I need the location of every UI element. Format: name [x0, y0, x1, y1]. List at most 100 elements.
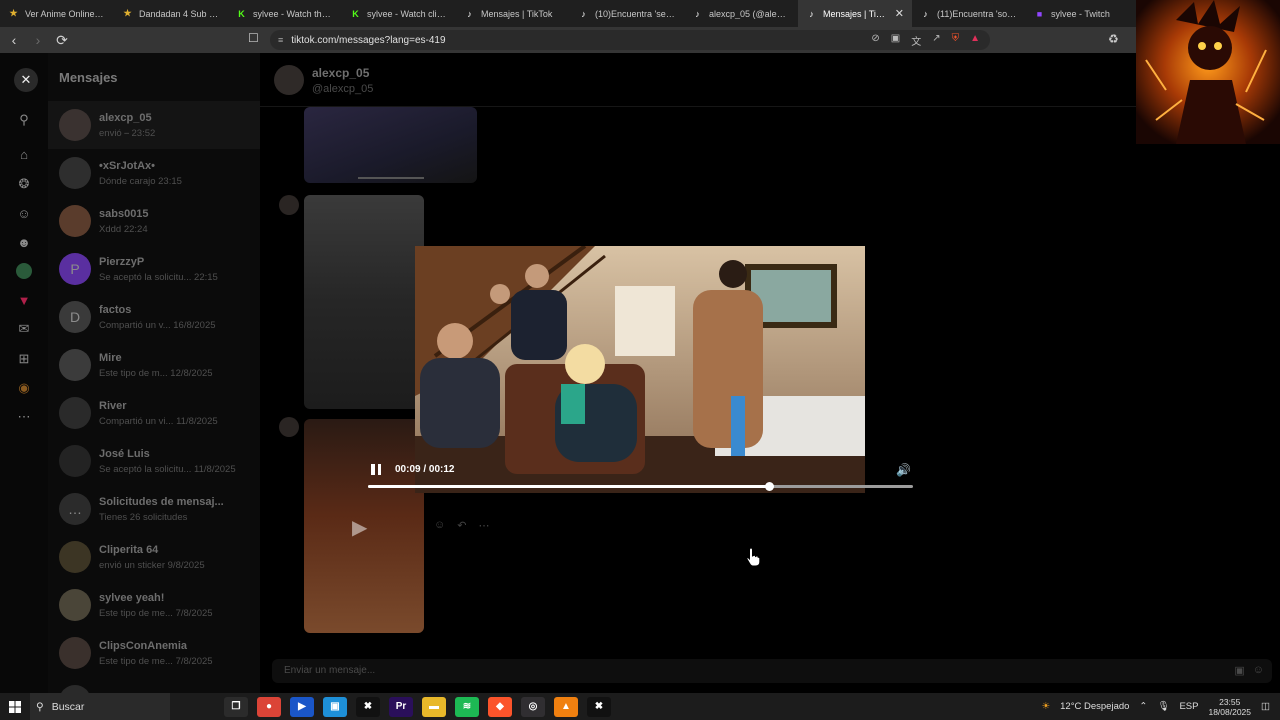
weather-text[interactable]: 12°C Despejado: [1060, 701, 1129, 712]
back-icon[interactable]: ‹: [4, 30, 24, 50]
following-icon[interactable]: ☺: [14, 203, 34, 223]
reply-icon[interactable]: ↶: [457, 519, 466, 532]
avatar: [59, 637, 91, 669]
webcam-image: [1136, 0, 1280, 144]
avatar: [59, 541, 91, 573]
brave-icon[interactable]: ◆: [488, 696, 512, 717]
shield-app-icon[interactable]: ▶: [290, 696, 314, 717]
conversation-item[interactable]: Cliperita 64 envió un sticker 9/8/2025: [48, 533, 260, 581]
tab-title: Dandadan 4 Sub Español: [139, 8, 220, 19]
conversation-item[interactable]: River Compartió un vi... 11/8/2025: [48, 389, 260, 437]
browser-tab[interactable]: ♪ alexcp_05 (@alexcp_05): [684, 0, 798, 27]
message-composer[interactable]: Enviar un mensaje... ▣ ☺: [272, 659, 1272, 683]
task-view-icon[interactable]: ❒: [224, 696, 248, 717]
premiere-icon[interactable]: Pr: [389, 696, 413, 717]
conversation-item[interactable]: José Luis Se aceptó la solicitu... 11/8/2…: [48, 437, 260, 485]
more-options-icon[interactable]: ⋯: [478, 519, 489, 532]
taskbar-search[interactable]: ⚲ Buscar: [30, 693, 170, 720]
site-info-icon[interactable]: ≡: [278, 35, 283, 45]
video-message-thumbnail[interactable]: [304, 107, 477, 183]
vlc-icon[interactable]: ▲: [554, 696, 578, 717]
browser-tab[interactable]: ♪ Mensajes | TikTok ✕: [798, 0, 912, 27]
image-icon[interactable]: ▣: [1234, 664, 1244, 677]
bookmark-icon[interactable]: ☐: [248, 31, 259, 45]
conversation-name: sabs0015: [99, 207, 149, 220]
brave-rewards-icon[interactable]: ▲: [970, 33, 980, 48]
tab-title: Ver Anime Online - todo: [25, 8, 106, 19]
weather-icon[interactable]: ☀: [1042, 701, 1051, 712]
microphone-icon[interactable]: 🎙: [1157, 701, 1169, 712]
conversation-item[interactable]: ClipsConAnemia Este tipo de me... 7/8/202…: [48, 629, 260, 677]
brave-shield-icon[interactable]: ⛨: [952, 33, 960, 48]
conversation-item[interactable]: Mire Este tipo de m... 12/8/2025: [48, 341, 260, 389]
language-indicator[interactable]: ESP: [1179, 701, 1198, 712]
pause-icon[interactable]: [371, 464, 383, 478]
conversation-item[interactable]: … Solicitudes de mensaj... Tienes 26 solic…: [48, 485, 260, 533]
browser-tab[interactable]: Ksylvee - Watch clips on: [342, 0, 456, 27]
folder-icon[interactable]: ▬: [422, 696, 446, 717]
reader-icon[interactable]: ▣: [891, 33, 900, 48]
capcut-icon[interactable]: ✖: [356, 696, 380, 717]
react-icon[interactable]: ☺: [434, 519, 445, 532]
browser-tab[interactable]: Ksylvee - Watch the VOD: [228, 0, 342, 27]
messages-icon[interactable]: ✉: [14, 319, 34, 339]
conversation-preview: envió un sticker 9/8/2025: [99, 559, 205, 571]
search-icon[interactable]: ⚲: [14, 110, 34, 130]
capcut-icon-2[interactable]: ✖: [587, 696, 611, 717]
video-seek-bar[interactable]: [368, 482, 913, 491]
conversation-item[interactable]: P PierzzyP Se aceptó la solicitu... 22:15: [48, 245, 260, 293]
chrome-icon[interactable]: ●: [257, 696, 281, 717]
tab-title: (11)Encuentra 'soldado': [937, 8, 1018, 19]
reload-icon[interactable]: ⟳: [52, 30, 72, 50]
profile-avatar-icon[interactable]: [14, 261, 34, 281]
volume-icon[interactable]: 🔊: [896, 463, 911, 477]
conversation-text: sylvee yeah! Este tipo de me... 7/8/2025: [99, 592, 259, 619]
close-icon[interactable]: ✕: [14, 68, 38, 92]
browser-toolbar: ‹ › ⟳ ☐ ≡ tiktok.com/messages?lang=es-41…: [0, 27, 1280, 53]
chat-avatar[interactable]: [274, 65, 304, 95]
conversation-item[interactable]: Dfactos Compartió un v... 16/8/2025: [48, 293, 260, 341]
live-icon[interactable]: ◉: [14, 378, 34, 398]
share-icon[interactable]: ↗: [932, 33, 940, 48]
conversation-item[interactable]: alexcp_05 envió 23:52: [48, 101, 260, 149]
tab-title: sylvee - Watch the VOD: [253, 8, 334, 19]
add-icon[interactable]: ⊞: [14, 349, 34, 369]
conversation-item[interactable]: sylvee yeah! Este tipo de me... 7/8/2025: [48, 581, 260, 629]
conversation-item[interactable]: •xSrJotAx• Dónde carajo 23:15: [48, 149, 260, 197]
conversation-item[interactable]: sabs0015 Xddd 22:24: [48, 197, 260, 245]
video-timecode: 00:09 / 00:12: [395, 464, 455, 475]
video-message-thumbnail[interactable]: ▶: [304, 419, 424, 633]
conversation-name: River: [99, 399, 127, 412]
tab-title: (10)Encuentra 'seeb99': [595, 8, 676, 19]
emoji-icon[interactable]: ☺: [1253, 664, 1264, 677]
video-seek-handle[interactable]: [764, 482, 774, 491]
video-message-thumbnail[interactable]: [304, 195, 424, 409]
no-cast-icon[interactable]: ⊘: [871, 33, 879, 48]
clock[interactable]: 23:55 18/08/2025: [1208, 697, 1251, 717]
windows-start-icon[interactable]: [0, 693, 30, 720]
spotify-icon[interactable]: ≋: [455, 696, 479, 717]
browser-tab[interactable]: ♪ (11)Encuentra 'soldado': [912, 0, 1026, 27]
address-bar[interactable]: ≡ tiktok.com/messages?lang=es-419 ⊘ ▣ 文 …: [270, 30, 990, 50]
browser-tab[interactable]: ★ Dandadan 4 Sub Español: [114, 0, 228, 27]
explore-icon[interactable]: ❂: [14, 174, 34, 194]
window-app-icon[interactable]: ▣: [323, 696, 347, 717]
browser-tab[interactable]: ♪ Mensajes | TikTok: [456, 0, 570, 27]
translate-icon[interactable]: 文: [911, 33, 921, 48]
browser-tab[interactable]: ★ Ver Anime Online - todo: [0, 0, 114, 27]
friends-icon[interactable]: ☻: [14, 232, 34, 252]
home-icon[interactable]: ⌂: [14, 144, 34, 164]
more-icon[interactable]: ⋯: [14, 407, 34, 427]
tab-close-icon[interactable]: ✕: [895, 7, 904, 20]
upload-icon[interactable]: ▼: [14, 290, 34, 310]
extensions-icon[interactable]: ♻: [1108, 32, 1119, 46]
obs-icon[interactable]: ◎: [521, 696, 545, 717]
browser-tab[interactable]: ■ sylvee - Twitch: [1026, 0, 1140, 27]
chat-name[interactable]: alexcp_05: [312, 66, 369, 80]
notifications-icon[interactable]: ◫: [1261, 701, 1270, 712]
play-icon[interactable]: ▶: [352, 515, 367, 540]
tray-chevron-icon[interactable]: ⌃: [1139, 701, 1147, 712]
conversation-item[interactable]: Kalitto: [48, 677, 260, 693]
forward-icon[interactable]: ›: [28, 30, 48, 50]
browser-tab[interactable]: ♪ (10)Encuentra 'seeb99': [570, 0, 684, 27]
